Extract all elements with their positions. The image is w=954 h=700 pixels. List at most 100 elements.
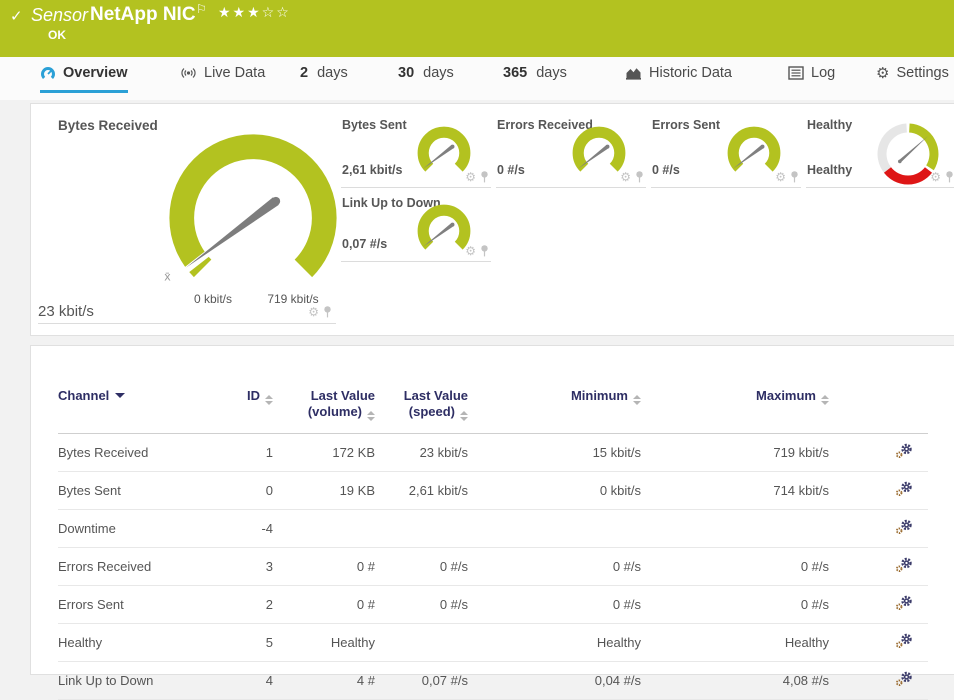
channel-settings-gears-icon[interactable] [895, 595, 913, 611]
last-value-speed: 0,07 #/s [375, 662, 468, 700]
channel-settings-gear-icon[interactable]: ⚙ [308, 305, 319, 319]
gauge-value: 2,61 kbit/s [342, 163, 402, 177]
channel-settings-gears-icon[interactable] [895, 519, 913, 535]
channel-settings-gears-icon[interactable] [895, 671, 913, 687]
column-header-channel[interactable]: Channel [58, 376, 243, 434]
gauge-tile-link-up-to-down: Link Up to Down 0,07 #/s ⚙ [341, 190, 491, 262]
tab-settings[interactable]: ⚙ Settings [876, 65, 949, 90]
tab-overview[interactable]: Overview [40, 65, 128, 93]
tab-label: days [536, 65, 567, 81]
channel-id: 4 [243, 662, 273, 700]
gauge-title: Bytes Received [58, 118, 158, 133]
channel-name: Link Up to Down [58, 662, 243, 700]
tab-historic-data[interactable]: Historic Data [625, 65, 732, 90]
gauge-tile-errors-sent: Errors Sent 0 #/s ⚙ [651, 112, 801, 188]
column-header-last-value-speed[interactable]: Last Value (speed) [375, 376, 468, 434]
priority-flag-icon[interactable]: ⚐ [196, 2, 207, 16]
tab-label: Log [811, 65, 835, 81]
column-label: Channel [58, 388, 109, 403]
channel-settings-gears-icon[interactable] [895, 443, 913, 459]
column-label: Minimum [571, 388, 628, 403]
tab-live-data[interactable]: Live Data [180, 65, 265, 90]
minimum-value: 0 #/s [468, 586, 641, 624]
sort-icon [460, 411, 468, 421]
column-label: Maximum [756, 388, 816, 403]
tab-365-days[interactable]: 365 days [503, 65, 567, 90]
column-header-maximum[interactable]: Maximum [641, 376, 829, 434]
last-value-volume: 172 KB [273, 434, 375, 472]
table-row[interactable]: Bytes Received 1 172 KB 23 kbit/s 15 kbi… [58, 434, 928, 472]
tab-30-days[interactable]: 30 days [398, 65, 454, 90]
maximum-value: 0 #/s [641, 548, 829, 586]
channel-settings-gears-icon[interactable] [895, 633, 913, 649]
column-header-last-value-volume[interactable]: Last Value (volume) [273, 376, 375, 434]
gauge-value: 23 kbit/s [38, 303, 94, 320]
gauge-value: Healthy [807, 163, 852, 177]
channel-name: Bytes Received [58, 434, 243, 472]
gauge-tile-bytes-sent: Bytes Sent 2,61 kbit/s ⚙ [341, 112, 491, 188]
column-sublabel: (speed) [409, 404, 455, 419]
minimum-value: 0 kbit/s [468, 472, 641, 510]
tab-number: 365 [503, 65, 527, 81]
last-value-volume: Healthy [273, 624, 375, 662]
pin-icon[interactable] [790, 171, 799, 183]
minimum-value: Healthy [468, 624, 641, 662]
table-row[interactable]: Errors Received 3 0 # 0 #/s 0 #/s 0 #/s [58, 548, 928, 586]
channels-table: Channel ID Last Value (volume) Last Valu… [58, 376, 928, 700]
column-header-id[interactable]: ID [243, 376, 273, 434]
tab-label: Overview [63, 65, 128, 81]
sort-icon [821, 395, 829, 405]
channel-settings-gears-icon[interactable] [895, 481, 913, 497]
channel-settings-gears-icon[interactable] [895, 557, 913, 573]
channel-settings-gear-icon[interactable]: ⚙ [620, 170, 631, 184]
tab-label: days [423, 65, 454, 81]
table-row[interactable]: Downtime -4 [58, 510, 928, 548]
table-row[interactable]: Healthy 5 Healthy Healthy Healthy [58, 624, 928, 662]
table-header-row: Channel ID Last Value (volume) Last Valu… [58, 376, 928, 434]
channel-id: 0 [243, 472, 273, 510]
stars-empty[interactable]: ☆☆ [262, 5, 291, 21]
last-value-speed [375, 624, 468, 662]
last-value-volume: 4 # [273, 662, 375, 700]
column-label: Last Value [404, 388, 468, 403]
channel-name: Bytes Sent [58, 472, 243, 510]
column-label: ID [247, 388, 260, 403]
table-row[interactable]: Bytes Sent 0 19 KB 2,61 kbit/s 0 kbit/s … [58, 472, 928, 510]
pin-icon[interactable] [635, 171, 644, 183]
priority-stars[interactable]: ★★★☆☆ [218, 5, 291, 21]
gauges-panel: Bytes Received x̄ 0 kbit/s 719 kbit/s 23… [30, 103, 954, 336]
tab-label: Historic Data [649, 65, 732, 81]
minimum-value [468, 510, 641, 548]
channel-name: Healthy [58, 624, 243, 662]
pin-icon[interactable] [480, 245, 489, 257]
pin-icon[interactable] [945, 171, 954, 183]
channels-panel: Channel ID Last Value (volume) Last Valu… [30, 345, 954, 675]
sort-icon [633, 395, 641, 405]
gauge-value: 0 #/s [497, 163, 525, 177]
minimum-value: 0,04 #/s [468, 662, 641, 700]
log-list-icon [788, 66, 804, 80]
stars-filled[interactable]: ★★★ [218, 5, 262, 21]
channel-settings-gear-icon[interactable]: ⚙ [930, 170, 941, 184]
tab-number: 30 [398, 65, 414, 81]
tab-2-days[interactable]: 2 days [300, 65, 348, 90]
last-value-volume [273, 510, 375, 548]
column-header-minimum[interactable]: Minimum [468, 376, 641, 434]
channel-id: 2 [243, 586, 273, 624]
table-row[interactable]: Link Up to Down 4 4 # 0,07 #/s 0,04 #/s … [58, 662, 928, 700]
channel-name: Downtime [58, 510, 243, 548]
tab-label: days [317, 65, 348, 81]
gauge-value: 0 #/s [652, 163, 680, 177]
tab-log[interactable]: Log [788, 65, 835, 90]
channel-settings-gear-icon[interactable]: ⚙ [465, 170, 476, 184]
gauge-title: Healthy [807, 118, 852, 132]
pin-icon[interactable] [323, 306, 332, 318]
table-row[interactable]: Errors Sent 2 0 # 0 #/s 0 #/s 0 #/s [58, 586, 928, 624]
channel-settings-gear-icon[interactable]: ⚙ [465, 244, 476, 258]
pin-icon[interactable] [480, 171, 489, 183]
gauge-tile-errors-received: Errors Received 0 #/s ⚙ [496, 112, 646, 188]
gauge-scale-max: 719 kbit/s [253, 292, 333, 306]
channel-settings-gear-icon[interactable]: ⚙ [775, 170, 786, 184]
channel-id: -4 [243, 510, 273, 548]
maximum-value: Healthy [641, 624, 829, 662]
